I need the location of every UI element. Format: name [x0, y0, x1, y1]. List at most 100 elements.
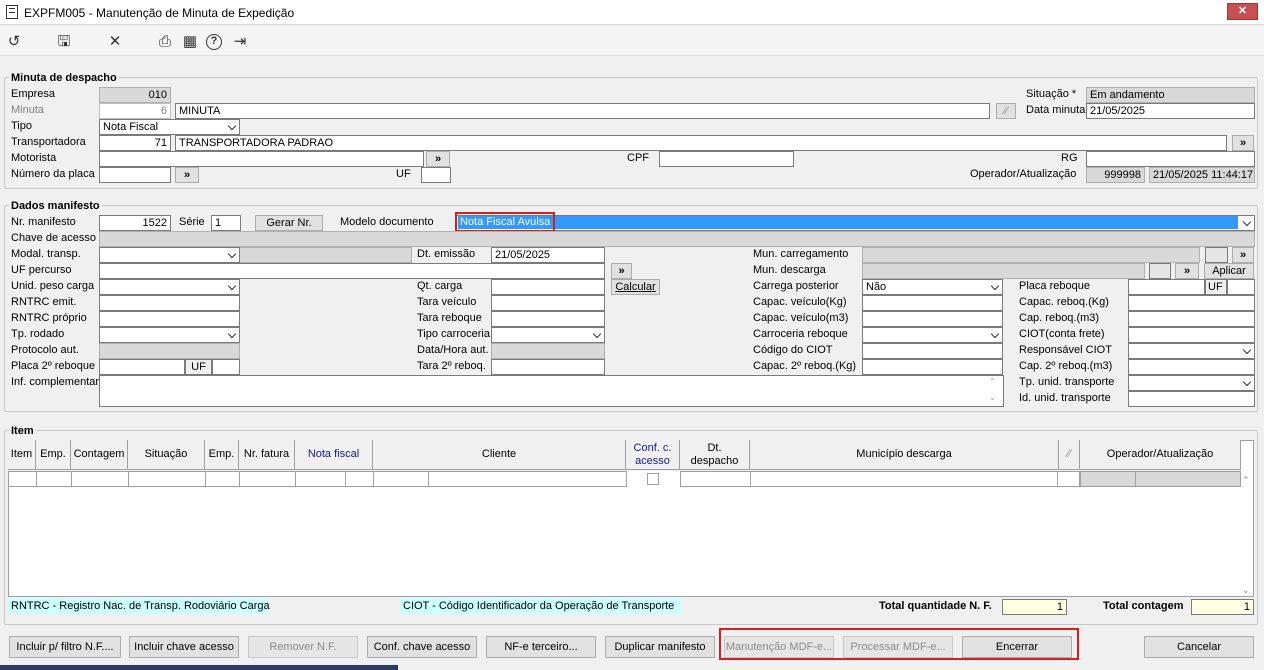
minuta-search-button[interactable]: ⁄⁄: [996, 103, 1016, 119]
minuta-description-field[interactable]: MINUTA: [175, 103, 990, 119]
cell-nota-fiscal[interactable]: [295, 471, 346, 487]
col-situacao[interactable]: Situação: [128, 440, 205, 470]
col-dt-despacho[interactable]: Dt. despacho: [680, 440, 750, 470]
incluir-chave-acesso-button[interactable]: Incluir chave acesso: [129, 636, 239, 658]
col-emp-2[interactable]: Emp.: [205, 440, 239, 470]
calendar-icon[interactable]: ▦: [181, 33, 199, 51]
cell-emp[interactable]: [36, 471, 72, 487]
calcular-button[interactable]: Calcular: [611, 279, 660, 295]
cell-municipio[interactable]: [750, 471, 1058, 487]
data-minuta-field[interactable]: 21/05/2025: [1086, 103, 1255, 119]
carroceria-reboque-select[interactable]: [862, 327, 1003, 343]
exit-icon[interactable]: ⇥: [231, 33, 249, 51]
encerrar-button[interactable]: Encerrar: [962, 636, 1072, 658]
col-emp[interactable]: Emp.: [36, 440, 71, 470]
placa-reboque-field[interactable]: [1128, 279, 1205, 295]
print-icon[interactable]: ⎙: [156, 33, 174, 51]
cell-nr-fatura[interactable]: [239, 471, 296, 487]
col-nr-fatura[interactable]: Nr. fatura: [239, 440, 295, 470]
transportadora-lookup-button[interactable]: »: [1232, 135, 1254, 151]
cell-cliente-code[interactable]: [373, 471, 429, 487]
nr-manifesto-field[interactable]: 1522: [99, 215, 171, 231]
inf-scroll-down-icon[interactable]: ⌄: [989, 393, 996, 402]
tara-reboque-field[interactable]: [491, 311, 605, 327]
cap2-m3-field[interactable]: [1128, 359, 1255, 375]
tara2-field[interactable]: [491, 359, 605, 375]
capac-reboque-kg-field[interactable]: [1128, 295, 1255, 311]
cell-contagem[interactable]: [71, 471, 129, 487]
remover-nf-button[interactable]: Remover N.F.: [248, 636, 358, 658]
tipo-carroceria-select[interactable]: [491, 327, 605, 343]
inf-complementar-field[interactable]: [99, 375, 1004, 407]
unid-peso-select[interactable]: [99, 279, 240, 295]
motorista-lookup-button[interactable]: »: [426, 151, 450, 167]
mun-carregamento-lookup-button[interactable]: »: [1232, 247, 1254, 263]
uf-percurso-lookup-button[interactable]: »: [611, 263, 632, 279]
qt-carga-field[interactable]: [491, 279, 605, 295]
cell-situacao[interactable]: [128, 471, 206, 487]
cpf-field[interactable]: [659, 151, 794, 167]
rntrc-emit-field[interactable]: [99, 295, 240, 311]
col-item[interactable]: Item: [8, 440, 36, 470]
dt-emissao-field[interactable]: 21/05/2025: [491, 247, 605, 263]
placa2-uf-field[interactable]: [212, 359, 240, 375]
modal-select[interactable]: [99, 247, 240, 263]
cell-dt-despacho[interactable]: [680, 471, 751, 487]
placa-reboque-uf-field[interactable]: [1227, 279, 1255, 295]
cell-search[interactable]: [1057, 471, 1080, 487]
grid-scroll-down-icon[interactable]: ⌄: [1242, 585, 1250, 596]
col-municipio-descarga[interactable]: Município descarga: [750, 440, 1059, 470]
aplicar-button[interactable]: Aplicar: [1204, 263, 1254, 279]
capac-veiculo-m3-field[interactable]: [862, 311, 1003, 327]
conf-chave-acesso-button[interactable]: Conf. chave acesso: [367, 636, 477, 658]
incluir-filtro-nf-button[interactable]: Incluir p/ filtro N.F....: [9, 636, 121, 658]
cancelar-button[interactable]: Cancelar: [1144, 636, 1254, 658]
motorista-field[interactable]: [99, 151, 424, 167]
cell-cliente[interactable]: [428, 471, 627, 487]
nfe-terceiro-button[interactable]: NF-e terceiro...: [486, 636, 596, 658]
placa-field[interactable]: [99, 167, 171, 183]
placa-lookup-button[interactable]: »: [175, 167, 199, 183]
processar-mdfe-button[interactable]: Processar MDF-e...: [843, 636, 953, 658]
save-icon[interactable]: 🖫: [55, 33, 73, 51]
cap-reboque-m3-field[interactable]: [1128, 311, 1255, 327]
conf-acesso-checkbox[interactable]: [647, 473, 659, 485]
col-operador[interactable]: Operador/Atualização: [1080, 440, 1241, 470]
col-contagem[interactable]: Contagem: [71, 440, 128, 470]
gerar-nr-button[interactable]: Gerar Nr.: [255, 215, 323, 231]
col-conf-acesso[interactable]: Conf. c. acesso: [626, 440, 680, 470]
id-unid-field[interactable]: [1128, 391, 1255, 407]
rg-field[interactable]: [1086, 151, 1255, 167]
col-nota-fiscal[interactable]: Nota fiscal: [295, 440, 373, 470]
cancel-icon[interactable]: ✕: [106, 33, 124, 51]
capac-veiculo-kg-field[interactable]: [862, 295, 1003, 311]
codigo-ciot-field[interactable]: [862, 343, 1003, 359]
grid-scroll-up-icon[interactable]: ⌃: [1242, 475, 1250, 486]
carrega-posterior-select[interactable]: Não: [862, 279, 1003, 295]
tipo-select[interactable]: Nota Fiscal: [99, 119, 240, 135]
transportadora-code-field[interactable]: 71: [99, 135, 171, 151]
placa2-field[interactable]: [99, 359, 185, 375]
inf-scroll-up-icon[interactable]: ⌃: [989, 377, 996, 386]
col-search-icon[interactable]: ⁄⁄: [1059, 440, 1080, 470]
uf-field[interactable]: [421, 167, 451, 183]
serie-field[interactable]: 1: [211, 215, 241, 231]
duplicar-manifesto-button[interactable]: Duplicar manifesto: [605, 636, 715, 658]
uf-percurso-field[interactable]: [99, 263, 605, 279]
capac2-field[interactable]: [862, 359, 1003, 375]
col-cliente[interactable]: Cliente: [373, 440, 626, 470]
tp-rodado-select[interactable]: [99, 327, 240, 343]
refresh-icon[interactable]: ↺: [5, 33, 23, 51]
cell-emp-2[interactable]: [205, 471, 240, 487]
cell-nota-fiscal-b[interactable]: [345, 471, 374, 487]
rntrc-proprio-field[interactable]: [99, 311, 240, 327]
tara-veiculo-field[interactable]: [491, 295, 605, 311]
tp-unid-select[interactable]: [1128, 375, 1255, 391]
ciot-frete-field[interactable]: [1128, 327, 1255, 343]
cell-item[interactable]: [8, 471, 37, 487]
mun-descarga-lookup-button[interactable]: »: [1175, 263, 1199, 279]
help-icon[interactable]: ?: [206, 34, 222, 50]
close-window-button[interactable]: ✕: [1227, 3, 1258, 20]
manutencao-mdfe-button[interactable]: Manutenção MDF-e...: [724, 636, 834, 658]
resp-ciot-select[interactable]: [1128, 343, 1255, 359]
